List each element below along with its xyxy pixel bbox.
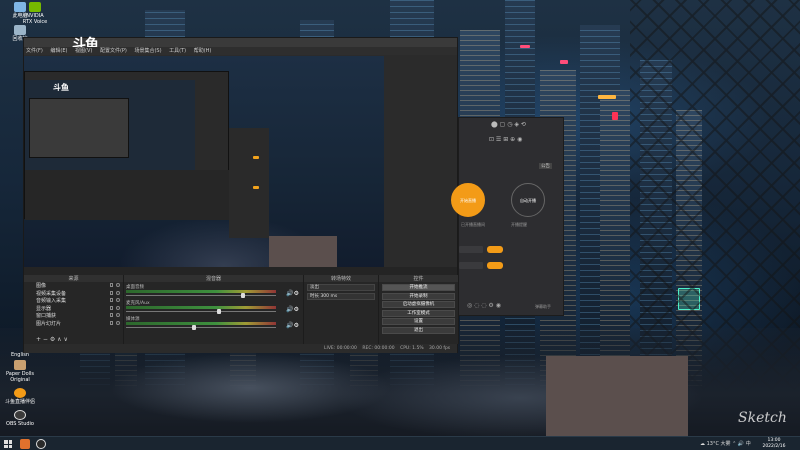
panel-field[interactable] [459, 262, 483, 269]
controls-panel: 开始推流 开始录制 启动虚拟摄像机 工作室模式 设置 退出 [379, 282, 459, 344]
speaker-icon[interactable]: 🔊⚙ [286, 290, 299, 297]
desktop-icon-douyu[interactable]: 斗鱼直播伴侣 [0, 388, 40, 405]
start-streaming-button[interactable]: 开始推流 [382, 284, 455, 291]
obs-preview-canvas[interactable]: 斗鱼 [24, 56, 384, 298]
controls-dock-title: 控件 [379, 275, 459, 282]
clock[interactable]: 13:00 2022/2/16 [756, 438, 792, 450]
settings-button[interactable]: 设置 [382, 318, 455, 325]
eye-icon[interactable] [116, 298, 120, 302]
mixer-dock-title: 混音器 [124, 275, 304, 282]
sources-list: 图像 视频采集设备 音频输入采集 显示器 窗口捕获 图片幻灯片 + − ⚙ ∧ … [24, 282, 124, 344]
mixer-track: 媒体源 🔊⚙ [126, 317, 299, 330]
eye-icon[interactable] [116, 290, 120, 295]
placeholder-block-2 [546, 356, 688, 436]
danmu-helper-link[interactable]: 弹幕助手 [535, 304, 551, 310]
menu-scene-collection[interactable]: 场景集合(S) [134, 48, 161, 54]
volume-knob[interactable] [217, 309, 221, 314]
nvidia-icon [29, 2, 41, 12]
panel-bottom-icons[interactable]: ◎ ◌ ◌ ⚙ ◉ [467, 302, 501, 309]
source-item[interactable]: 显示器 [24, 305, 123, 313]
transition-select[interactable]: 淡出 [307, 284, 375, 291]
sources-dock-title: 来源 [24, 275, 124, 282]
mixer-track: 桌面音频 🔊⚙ [126, 285, 299, 298]
panel-toolbar-icons[interactable]: ⬤ ▢ ◷ ◈ ⟲ [491, 121, 526, 128]
cpu-status: CPU: 1.5% [400, 346, 424, 351]
taskbar-app-icon[interactable] [20, 439, 30, 449]
volume-slider[interactable] [126, 295, 276, 296]
source-toolbar[interactable]: + − ⚙ ∧ ∨ [36, 336, 68, 343]
taskbar: ☁ 13°C 大雾 ⌃ 🔊 中 13:00 2022/2/16 [0, 436, 800, 450]
volume-meter [126, 322, 276, 325]
obs-menubar: 文件(F) 编辑(E) 视图(V) 配置文件(P) 场景集合(S) 工具(T) … [24, 47, 457, 55]
obs-window: 斗鱼 文件(F) 编辑(E) 视图(V) 配置文件(P) 场景集合(S) 工具(… [23, 37, 459, 353]
panel-orange-toggle[interactable] [487, 246, 503, 253]
rec-status: REC: 00:00:00 [362, 346, 395, 351]
menu-edit[interactable]: 编辑(E) [50, 48, 67, 54]
speaker-icon[interactable]: 🔊⚙ [286, 306, 299, 313]
mixer-track: 麦克风/Aux 🔊⚙ [126, 301, 299, 314]
game-icon [14, 360, 26, 370]
panel-orange-toggle[interactable] [487, 262, 503, 269]
source-item[interactable]: 视频采集设备 [24, 290, 123, 298]
panel-toolbar-icons-2[interactable]: ⊡ ☰ ⊞ ⊕ ◉ [489, 136, 522, 143]
artist-signature: Sketch [738, 410, 787, 426]
start-recording-button[interactable]: 开始录制 [382, 292, 455, 300]
source-item[interactable]: 图片幻灯片 [24, 320, 123, 328]
transition-duration[interactable]: 时长 300 ms [307, 293, 375, 300]
windows-start-icon[interactable] [4, 440, 12, 448]
transitions-dock-title: 转场特效 [304, 275, 379, 282]
start-live-button[interactable]: 开始直播 [451, 183, 485, 217]
desktop-icon-paper-dolls[interactable]: Paper Dolls Original [0, 360, 40, 383]
eye-icon[interactable] [116, 320, 120, 325]
scene-dock-bar [24, 267, 457, 275]
douyu-companion-panel: ⬤ ▢ ◷ ◈ ⟲ ⊡ ☰ ⊞ ⊕ ◉ 公告 开始直播 自动开播 已开播直播间 … [451, 117, 564, 316]
menu-help[interactable]: 帮助(H) [194, 48, 212, 54]
volume-slider[interactable] [126, 311, 276, 312]
speaker-icon[interactable]: 🔊⚙ [286, 322, 299, 329]
live-status: LIVE: 00:00:00 [324, 346, 357, 351]
menu-file[interactable]: 文件(F) [26, 48, 43, 54]
menu-view[interactable]: 视图(V) [75, 48, 92, 54]
system-tray[interactable]: ☁ 13°C 大雾 ⌃ 🔊 中 [700, 437, 751, 450]
volume-slider[interactable] [126, 327, 276, 328]
fps-status: 30.00 fps [429, 346, 451, 351]
desktop-icon-nvidia[interactable]: NVIDIA RTX Voice [22, 2, 48, 25]
volume-meter [126, 290, 276, 293]
audio-mixer: 桌面音频 🔊⚙ 麦克风/Aux 🔊⚙ 媒体源 🔊⚙ [124, 282, 304, 344]
transitions-panel: 淡出 时长 300 ms [304, 282, 379, 344]
eye-icon[interactable] [116, 283, 120, 287]
caption-right: 开播提醒 [511, 222, 527, 227]
panel-field[interactable] [459, 246, 483, 253]
weather-text: 13°C 大雾 [706, 441, 731, 447]
tray-icons[interactable]: ⌃ 🔊 中 [732, 441, 751, 447]
nested-obs-capture: 斗鱼 [24, 71, 230, 220]
source-item[interactable]: 窗口捕获 [24, 312, 123, 320]
douyu-icon [14, 388, 26, 398]
studio-mode-button[interactable]: 工作室模式 [382, 309, 455, 317]
virtual-camera-button[interactable]: 启动虚拟摄像机 [382, 301, 455, 308]
volume-meter [126, 306, 276, 309]
eye-icon[interactable] [116, 313, 120, 317]
nested-panel-capture [229, 128, 269, 238]
menu-tools[interactable]: 工具(T) [169, 48, 186, 54]
volume-knob[interactable] [241, 293, 245, 298]
weather-icon: ☁ [700, 441, 705, 447]
obs-icon [14, 410, 26, 420]
exit-button[interactable]: 退出 [382, 326, 455, 334]
auto-live-button[interactable]: 自动开播 [511, 183, 545, 217]
eye-icon[interactable] [116, 305, 120, 310]
nested-douyu-logo: 斗鱼 [53, 83, 69, 92]
menu-profile[interactable]: 配置文件(P) [100, 48, 127, 54]
announce-badge[interactable]: 公告 [539, 163, 552, 169]
obs-statusbar: LIVE: 00:00:00 REC: 00:00:00 CPU: 1.5% 3… [24, 344, 457, 353]
caption-left: 已开播直播间 [461, 222, 485, 227]
recycle-bin-icon [14, 25, 26, 35]
volume-knob[interactable] [192, 325, 196, 330]
desktop-icon-obs[interactable]: OBS Studio [0, 410, 40, 427]
source-item[interactable]: 图像 [24, 282, 123, 290]
obs-taskbar-icon[interactable] [36, 439, 46, 449]
source-item[interactable]: 音频输入采集 [24, 297, 123, 305]
